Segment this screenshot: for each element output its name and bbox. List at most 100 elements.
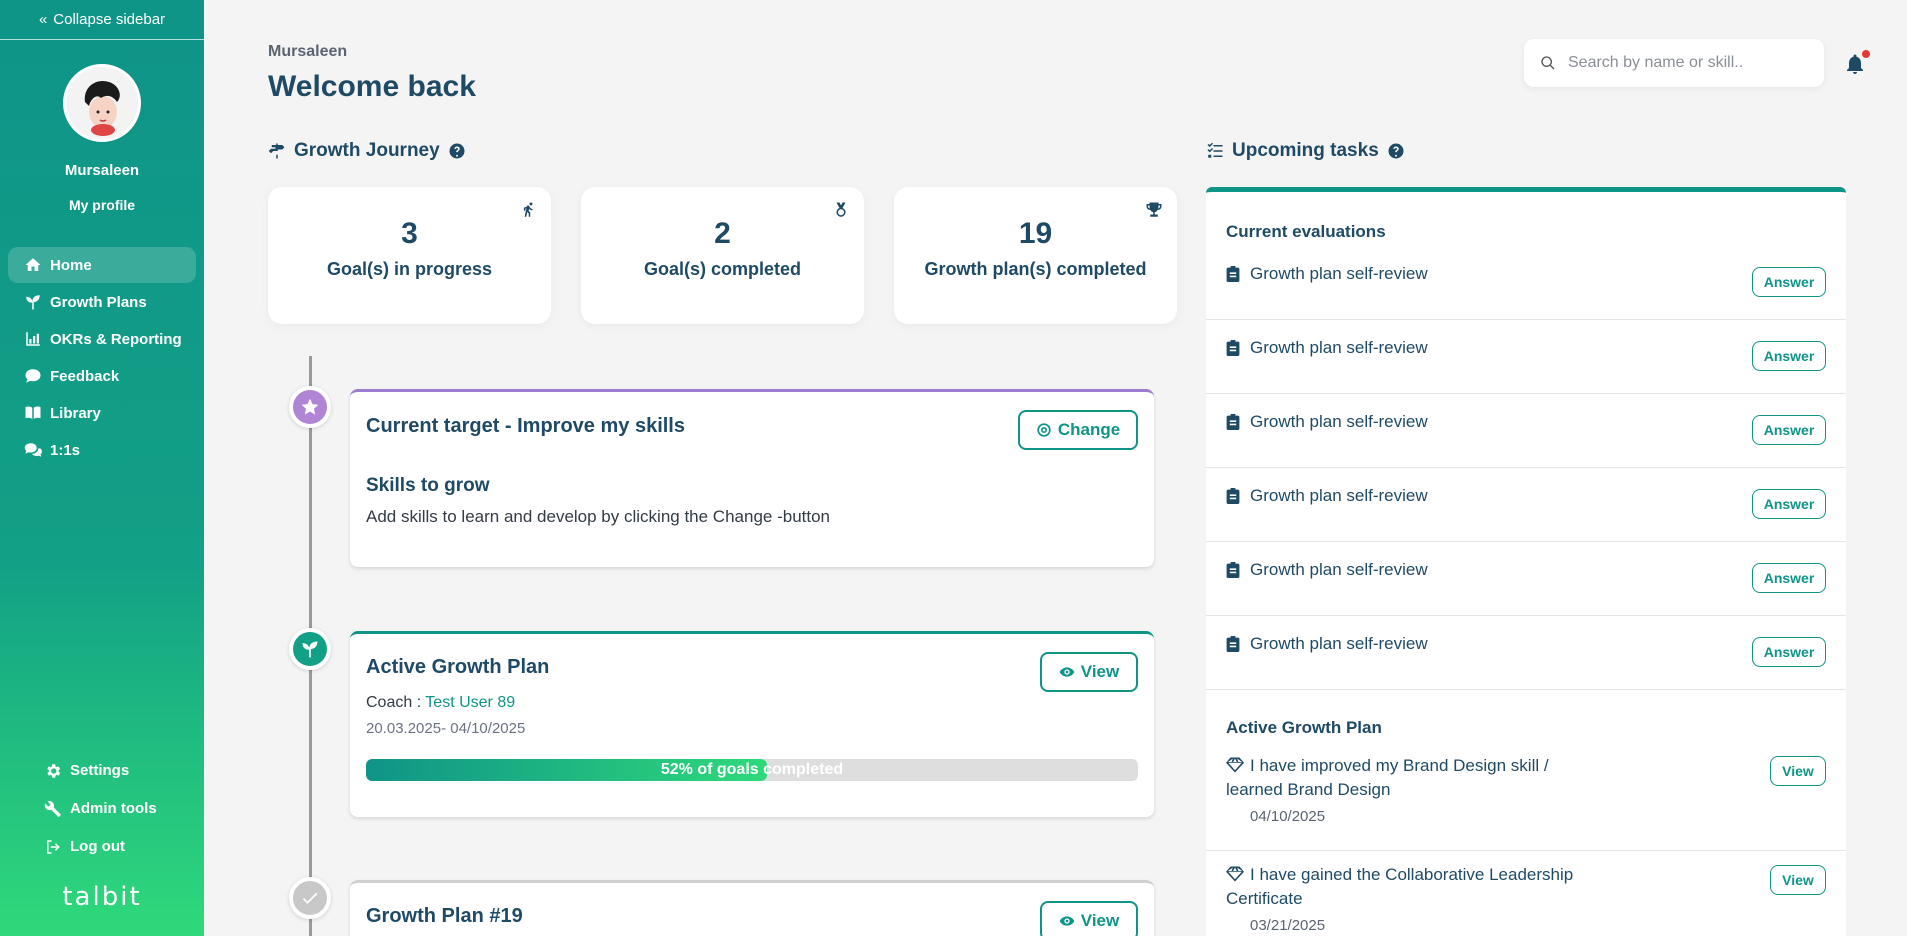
- goal-date: 04/10/2025: [1250, 808, 1326, 825]
- stat-value: 2: [714, 217, 731, 250]
- evaluation-label: Growth plan self-review: [1250, 412, 1428, 431]
- eye-icon: [1059, 916, 1075, 926]
- upcoming-tasks-title: Upcoming tasks: [1232, 140, 1379, 161]
- search-icon: [1541, 56, 1555, 70]
- sidebar-nav: Home Growth Plans OKRs & Reporting Feedb…: [0, 247, 204, 468]
- clipboard-icon: [1226, 488, 1240, 504]
- signpost-icon: [268, 143, 285, 159]
- sidebar-item-growth-plans[interactable]: Growth Plans: [8, 284, 196, 320]
- medal-icon: [836, 202, 846, 217]
- evaluation-label-group: Growth plan self-review: [1226, 560, 1428, 580]
- evaluation-label-group: Growth plan self-review: [1226, 338, 1428, 358]
- sidebar-item-log-out[interactable]: Log out: [36, 828, 196, 865]
- gear-icon: [47, 763, 61, 778]
- clipboard-icon: [1226, 340, 1240, 356]
- active-growth-plan-card: Active Growth Plan View Coach : Test Use…: [350, 631, 1154, 817]
- evaluation-label: Growth plan self-review: [1250, 486, 1428, 505]
- search-input[interactable]: [1568, 54, 1808, 72]
- goal-text-group: I have improved my Brand Design skill / …: [1226, 754, 1606, 802]
- goal-row: I have gained the Collaborative Leadersh…: [1206, 851, 1846, 936]
- timeline-completed-marker: [289, 877, 331, 919]
- double-chevron-left-icon: «: [38, 11, 48, 28]
- answer-button[interactable]: Answer: [1752, 267, 1826, 297]
- sidebar-item-label: Log out: [70, 838, 125, 855]
- sidebar-item-label: OKRs & Reporting: [50, 330, 182, 348]
- evaluation-label: Growth plan self-review: [1250, 264, 1428, 283]
- my-profile-link[interactable]: My profile: [0, 197, 204, 213]
- bar-chart-icon: [26, 332, 40, 346]
- sidebar-item-settings[interactable]: Settings: [36, 752, 196, 789]
- sidebar-item-one-on-ones[interactable]: 1:1s: [8, 432, 196, 468]
- sprout-icon: [26, 295, 40, 310]
- chat-icon: [25, 369, 41, 383]
- eye-icon: [1059, 667, 1075, 677]
- stat-label: Goal(s) in progress: [326, 259, 493, 279]
- coach-line: Coach : Test User 89: [366, 694, 515, 712]
- view-growth-plan-19-button[interactable]: View: [1040, 901, 1138, 936]
- answer-button[interactable]: Answer: [1752, 341, 1826, 371]
- help-icon[interactable]: [1387, 142, 1405, 160]
- coach-label: Coach :: [366, 694, 422, 711]
- goal-row: I have improved my Brand Design skill / …: [1206, 742, 1846, 851]
- evaluation-row: Growth plan self-review Answer: [1206, 320, 1846, 394]
- collapse-sidebar-button[interactable]: « Collapse sidebar: [0, 0, 204, 40]
- view-active-plan-button[interactable]: View: [1040, 652, 1138, 692]
- logout-icon: [47, 839, 60, 854]
- evaluation-label: Growth plan self-review: [1250, 634, 1428, 653]
- upcoming-tasks-panel: Current evaluations Growth plan self-rev…: [1206, 187, 1846, 936]
- evaluation-label-group: Growth plan self-review: [1226, 486, 1428, 506]
- evaluation-label-group: Growth plan self-review: [1226, 634, 1428, 654]
- evaluation-label: Growth plan self-review: [1250, 338, 1428, 357]
- comments-icon: [24, 443, 42, 457]
- stat-label: Growth plan(s) completed: [924, 259, 1147, 279]
- sidebar-item-label: Home: [50, 256, 92, 274]
- evaluation-label-group: Growth plan self-review: [1226, 412, 1428, 432]
- answer-button[interactable]: Answer: [1752, 415, 1826, 445]
- view-goal-button[interactable]: View: [1770, 756, 1826, 786]
- answer-button[interactable]: Answer: [1752, 563, 1826, 593]
- sidebar-user-name: Mursaleen: [64, 162, 140, 179]
- sidebar-item-label: Admin tools: [70, 800, 157, 817]
- sidebar-item-okrs-reporting[interactable]: OKRs & Reporting: [8, 321, 196, 357]
- clipboard-icon: [1226, 266, 1240, 282]
- view-button-label: View: [1080, 662, 1120, 681]
- sidebar-item-library[interactable]: Library: [8, 395, 196, 431]
- skills-to-grow-heading: Skills to grow: [366, 475, 490, 496]
- goals-progress-text: 52% of goals completed: [660, 761, 844, 778]
- sidebar-item-label: Library: [50, 404, 101, 422]
- answer-button[interactable]: Answer: [1752, 637, 1826, 667]
- page-title: Welcome back: [268, 70, 476, 103]
- check-icon: [302, 892, 318, 904]
- book-icon: [25, 406, 41, 419]
- sidebar-item-feedback[interactable]: Feedback: [8, 358, 196, 394]
- stat-growth-plans-completed: 19 Growth plan(s) completed: [894, 187, 1177, 324]
- sidebar-item-home[interactable]: Home: [8, 247, 196, 283]
- avatar-illustration-icon: [67, 68, 137, 138]
- answer-button[interactable]: Answer: [1752, 489, 1826, 519]
- checklist-icon: [1207, 142, 1223, 158]
- stat-value: 3: [401, 217, 418, 250]
- sidebar-item-label: Feedback: [50, 367, 120, 385]
- change-target-button[interactable]: Change: [1018, 410, 1138, 450]
- coach-name-link[interactable]: Test User 89: [425, 694, 515, 711]
- change-button-label: Change: [1057, 420, 1121, 439]
- growth-plan-19-title: Growth Plan #19: [366, 905, 523, 927]
- clipboard-icon: [1226, 636, 1240, 652]
- sidebar: « Collapse sidebar Mursaleen My profile …: [0, 0, 204, 936]
- talbit-logo: talbit: [62, 882, 142, 912]
- search-box: [1524, 39, 1824, 87]
- current-target-title: Current target - Improve my skills: [366, 415, 685, 437]
- current-evaluations-heading: Current evaluations: [1226, 222, 1386, 241]
- active-growth-plan-heading: Active Growth Plan: [1226, 718, 1382, 737]
- stat-goals-in-progress: 3 Goal(s) in progress: [268, 187, 551, 324]
- notification-badge: [1862, 50, 1870, 58]
- sidebar-item-admin-tools[interactable]: Admin tools: [36, 790, 196, 827]
- stat-value: 19: [1018, 217, 1053, 250]
- active-plan-title: Active Growth Plan: [366, 656, 550, 678]
- help-icon[interactable]: [448, 142, 466, 160]
- view-goal-button[interactable]: View: [1770, 865, 1826, 895]
- avatar[interactable]: [63, 64, 141, 142]
- current-target-card: Current target - Improve my skills Chang…: [350, 389, 1154, 567]
- goal-text: I have gained the Collaborative Leadersh…: [1226, 865, 1574, 908]
- goals-progress-bar: 52% of goals completed: [366, 759, 1138, 781]
